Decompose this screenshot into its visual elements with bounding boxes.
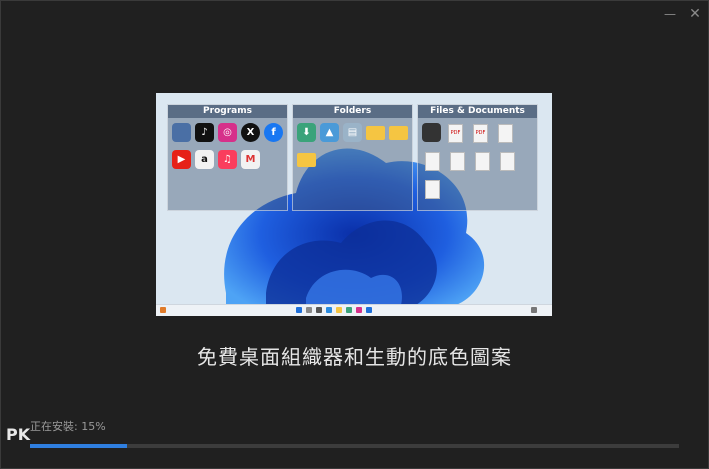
taskbar-icon xyxy=(356,307,362,313)
taskbar-icon xyxy=(316,307,322,313)
search-icon xyxy=(306,307,312,313)
start-icon xyxy=(296,307,302,313)
taskbar-icon xyxy=(346,307,352,313)
youtube-icon[interactable]: ▶ xyxy=(172,150,191,169)
install-progress-bar xyxy=(30,444,679,448)
taskbar-icon xyxy=(160,307,166,313)
taskbar-icon xyxy=(336,307,342,313)
x-icon[interactable]: X xyxy=(241,123,260,142)
facebook-icon[interactable]: f xyxy=(264,123,283,142)
folder-icon[interactable] xyxy=(389,126,408,140)
documents-icon[interactable]: ▤ xyxy=(343,123,362,142)
pdf-file-icon[interactable]: PDF xyxy=(473,124,488,143)
folder-icon[interactable] xyxy=(366,126,385,140)
image-file-icon[interactable] xyxy=(422,123,441,142)
install-progress-fill xyxy=(30,444,128,448)
document-file-icon[interactable] xyxy=(498,124,513,143)
document-file-icon[interactable] xyxy=(425,180,440,199)
taskbar-icon xyxy=(326,307,332,313)
instagram-icon[interactable]: ◎ xyxy=(218,123,237,142)
document-file-icon[interactable] xyxy=(450,152,465,171)
preview-screenshot: Programs ♪ ◎ X f ▶ a ♫ M Folders ⬇ ▲ ▤ F… xyxy=(156,93,552,316)
minimize-button[interactable]: — xyxy=(663,7,677,21)
pdf-file-icon[interactable]: PDF xyxy=(448,124,463,143)
music-icon[interactable]: ♫ xyxy=(218,150,237,169)
document-file-icon[interactable] xyxy=(425,152,440,171)
fence-folders[interactable]: Folders ⬇ ▲ ▤ xyxy=(292,104,413,211)
tiktok-icon[interactable]: ♪ xyxy=(195,123,214,142)
preview-taskbar xyxy=(156,304,552,316)
amazon-icon[interactable]: a xyxy=(195,150,214,169)
tray-icon xyxy=(531,307,537,313)
fence-title-programs: Programs xyxy=(168,105,287,118)
feature-caption: 免費桌面組織器和生動的底色圖案 xyxy=(197,345,512,369)
gmail-icon[interactable]: M xyxy=(241,150,260,169)
downloads-icon[interactable]: ⬇ xyxy=(297,123,316,142)
taskbar-icon xyxy=(366,307,372,313)
watermark-logo: PK xyxy=(6,425,31,444)
document-file-icon[interactable] xyxy=(500,152,515,171)
close-button[interactable]: ✕ xyxy=(688,7,702,21)
fence-title-files: Files & Documents xyxy=(418,105,537,118)
document-file-icon[interactable] xyxy=(475,152,490,171)
fence-programs[interactable]: Programs ♪ ◎ X f ▶ a ♫ M xyxy=(167,104,288,211)
folder-icon[interactable] xyxy=(297,153,316,167)
pictures-icon[interactable]: ▲ xyxy=(320,123,339,142)
install-status-text: 正在安裝: 15% xyxy=(30,420,106,433)
fence-title-folders: Folders xyxy=(293,105,412,118)
fence-files-documents[interactable]: Files & Documents PDF PDF xyxy=(417,104,538,211)
app-icon[interactable] xyxy=(172,123,191,142)
